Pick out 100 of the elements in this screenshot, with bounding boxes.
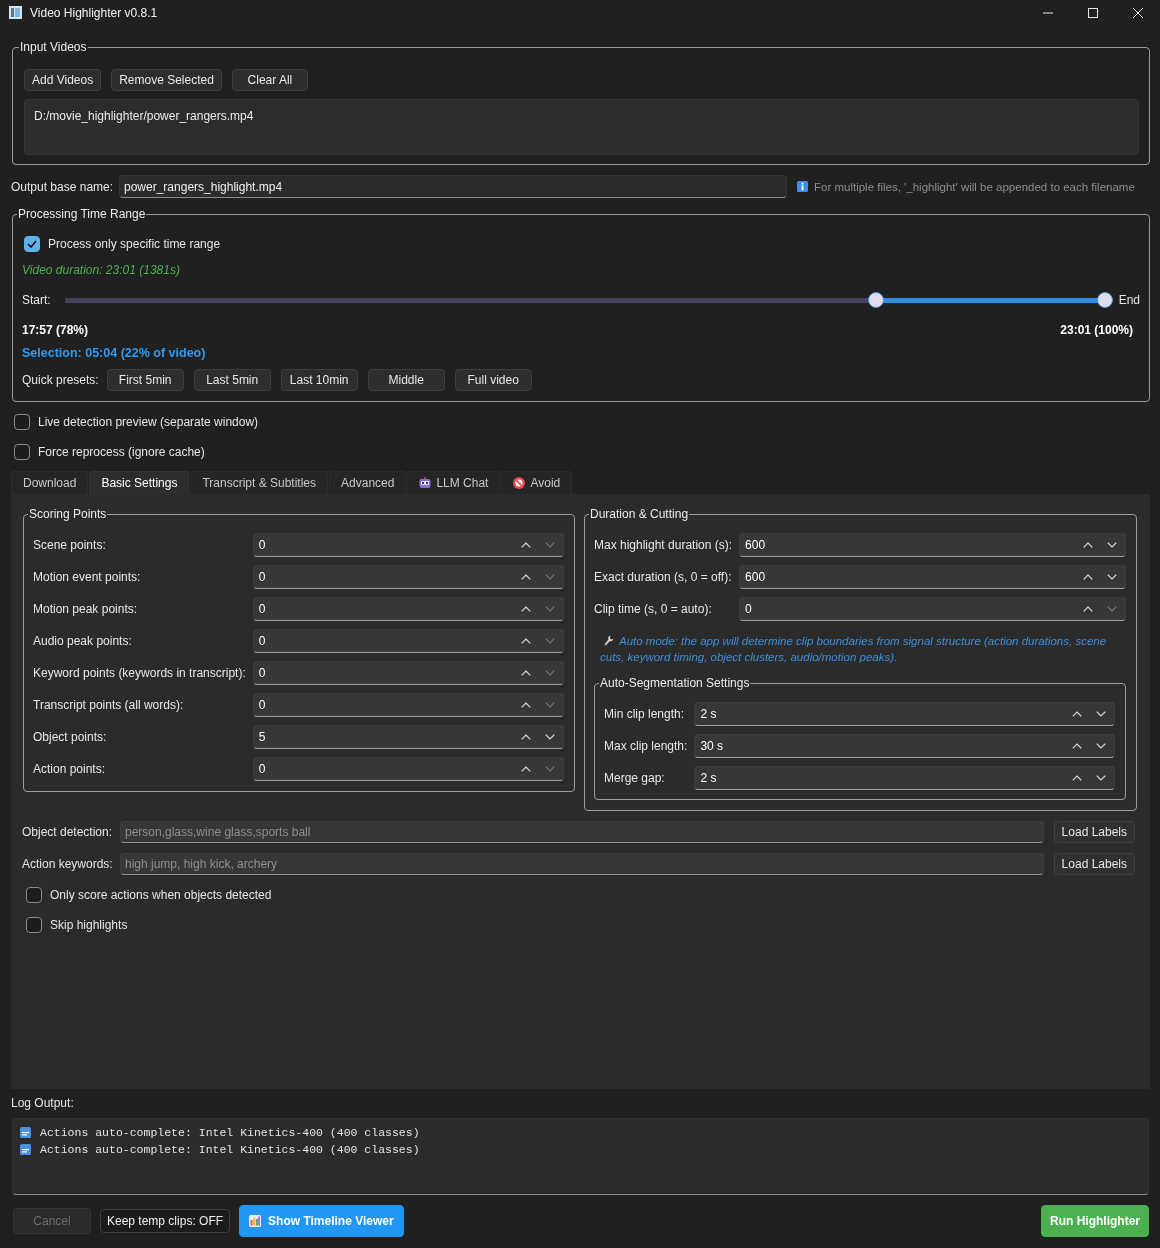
log-label: Log Output: — [11, 1095, 75, 1111]
checkbox-label: Force reprocess (ignore cache) — [38, 444, 205, 460]
group-title: Duration & Cutting — [589, 506, 690, 522]
number-field[interactable]: 0 — [252, 533, 564, 557]
start-handle[interactable] — [867, 292, 884, 308]
field-label: Action keywords: — [22, 857, 114, 871]
chevron-up-icon[interactable] — [521, 734, 531, 740]
field-label: Scene points: — [33, 537, 107, 553]
slider-label: Start: — [22, 292, 51, 308]
group-title: Scoring Points — [28, 506, 108, 522]
chevron-up-icon[interactable] — [1083, 542, 1093, 548]
footer-button[interactable]: Keep temp clips: OFF — [100, 1209, 231, 1233]
field-label: Motion peak points: — [33, 601, 139, 617]
checkbox-label: Only score actions when objects detected — [50, 887, 272, 903]
tab[interactable]: Transcript & Subtitles — [190, 471, 329, 494]
close-icon[interactable] — [1132, 7, 1143, 18]
info-icon — [797, 181, 808, 192]
text-tile-icon — [20, 1144, 31, 1155]
preset-button[interactable]: Middle — [367, 369, 445, 391]
robot-icon — [419, 477, 432, 489]
chevron-up-icon[interactable] — [1083, 574, 1093, 580]
output-name-field[interactable]: power_rangers_highlight.mp4 — [119, 175, 787, 198]
log-line: Actions auto-complete: Intel Kinetics-400 (400 classes) — [40, 1143, 420, 1156]
window-title: Video Highlighter v0.8.1 — [30, 4, 158, 21]
number-field[interactable]: 0 — [252, 565, 564, 589]
bar-chart-icon — [249, 1215, 262, 1227]
chevron-up-icon[interactable] — [521, 766, 531, 772]
number-field[interactable]: 600 — [739, 533, 1126, 557]
tab[interactable]: Basic Settings — [89, 471, 190, 494]
preset-button[interactable]: First 5min — [106, 369, 184, 391]
number-field[interactable]: 2 s — [694, 766, 1115, 790]
field-label: Clip time (s, 0 = auto): — [594, 601, 713, 617]
start-reading: 17:57 (78%) — [22, 322, 89, 338]
text-field[interactable]: person,glass,wine glass,sports ball — [120, 821, 1044, 843]
number-field[interactable]: 30 s — [694, 734, 1115, 758]
end-handle[interactable] — [1096, 292, 1113, 308]
chevron-up-icon[interactable] — [521, 542, 531, 548]
file-list[interactable]: D:/movie_highlighter/power_rangers.mp4 — [24, 99, 1139, 155]
chevron-up-icon[interactable] — [1083, 606, 1093, 612]
hint-text: For multiple files, '_highlight' will be appended to each filename — [814, 180, 1135, 193]
field-label: Audio peak points: — [33, 633, 133, 649]
number-field[interactable]: 0 — [252, 597, 564, 621]
text-field[interactable]: high jump, high kick, archery — [120, 853, 1044, 875]
chevron-up-icon[interactable] — [1072, 743, 1082, 749]
load-labels-button[interactable]: Load Labels — [1053, 821, 1135, 843]
number-field[interactable]: 0 — [252, 757, 564, 781]
field-label: Action points: — [33, 761, 107, 777]
tab[interactable]: LLM Chat — [407, 471, 501, 494]
checkbox-label: Live detection preview (separate window) — [38, 414, 259, 430]
check-icon — [27, 240, 37, 248]
chevron-up-icon[interactable] — [1072, 711, 1082, 717]
chevron-up-icon[interactable] — [521, 702, 531, 708]
maximize-icon[interactable] — [1087, 7, 1098, 18]
group-title: Auto-Segmentation Settings — [599, 675, 751, 691]
number-field[interactable]: 0 — [252, 693, 564, 717]
number-field[interactable]: 5 — [252, 725, 564, 749]
preset-button[interactable]: Last 5min — [193, 369, 271, 391]
chevron-up-icon[interactable] — [521, 574, 531, 580]
field-label: Object points: — [33, 729, 108, 745]
field-label: Output base name: — [11, 179, 115, 194]
field-label: Merge gap: — [604, 770, 666, 786]
app-icon — [9, 6, 22, 19]
tab[interactable]: Avoid — [501, 471, 573, 494]
checkbox[interactable] — [24, 236, 40, 252]
toolbar-button[interactable]: Remove Selected — [111, 69, 222, 91]
chevron-up-icon[interactable] — [521, 638, 531, 644]
duration-text: Video duration: 23:01 (1381s) — [22, 262, 181, 278]
checkbox-label: Skip highlights — [50, 917, 128, 933]
number-field[interactable]: 0 — [252, 629, 564, 653]
number-field[interactable]: 2 s — [694, 702, 1115, 726]
field-label: Transcript points (all words): — [33, 697, 185, 713]
text-tile-icon — [20, 1127, 31, 1138]
checkbox[interactable] — [26, 917, 42, 933]
checkbox[interactable] — [14, 414, 30, 430]
tab[interactable]: Download — [11, 471, 89, 494]
load-labels-button[interactable]: Load Labels — [1053, 853, 1135, 875]
chevron-up-icon[interactable] — [521, 670, 531, 676]
preset-button[interactable]: Full video — [454, 369, 532, 391]
checkbox[interactable] — [14, 444, 30, 460]
field-label: Motion event points: — [33, 569, 142, 585]
presets-label: Quick presets: — [22, 373, 99, 387]
preset-button[interactable]: Last 10min — [280, 369, 358, 391]
selection-text: Selection: 05:04 (22% of video) — [22, 345, 207, 361]
chevron-up-icon[interactable] — [1072, 775, 1082, 781]
number-field[interactable]: 0 — [252, 661, 564, 685]
group-title: Processing Time Range — [17, 206, 147, 222]
tab[interactable]: Advanced — [329, 471, 407, 494]
checkbox[interactable] — [26, 887, 42, 903]
slider-label: End — [1118, 292, 1140, 308]
prohibited-icon — [513, 477, 526, 489]
chevron-up-icon[interactable] — [521, 606, 531, 612]
toolbar-button[interactable]: Clear All — [231, 69, 308, 91]
file-item[interactable]: D:/movie_highlighter/power_rangers.mp4 — [34, 108, 254, 124]
checkbox-label: Process only specific time range — [48, 236, 221, 252]
field-label: Exact duration (s, 0 = off): — [594, 569, 733, 585]
toolbar-button[interactable]: Add Videos — [24, 69, 102, 91]
field-label: Max highlight duration (s): — [594, 537, 733, 553]
field-label: Min clip length: — [604, 706, 686, 722]
number-field[interactable]: 600 — [739, 565, 1126, 589]
number-field[interactable]: 0 — [739, 597, 1126, 621]
